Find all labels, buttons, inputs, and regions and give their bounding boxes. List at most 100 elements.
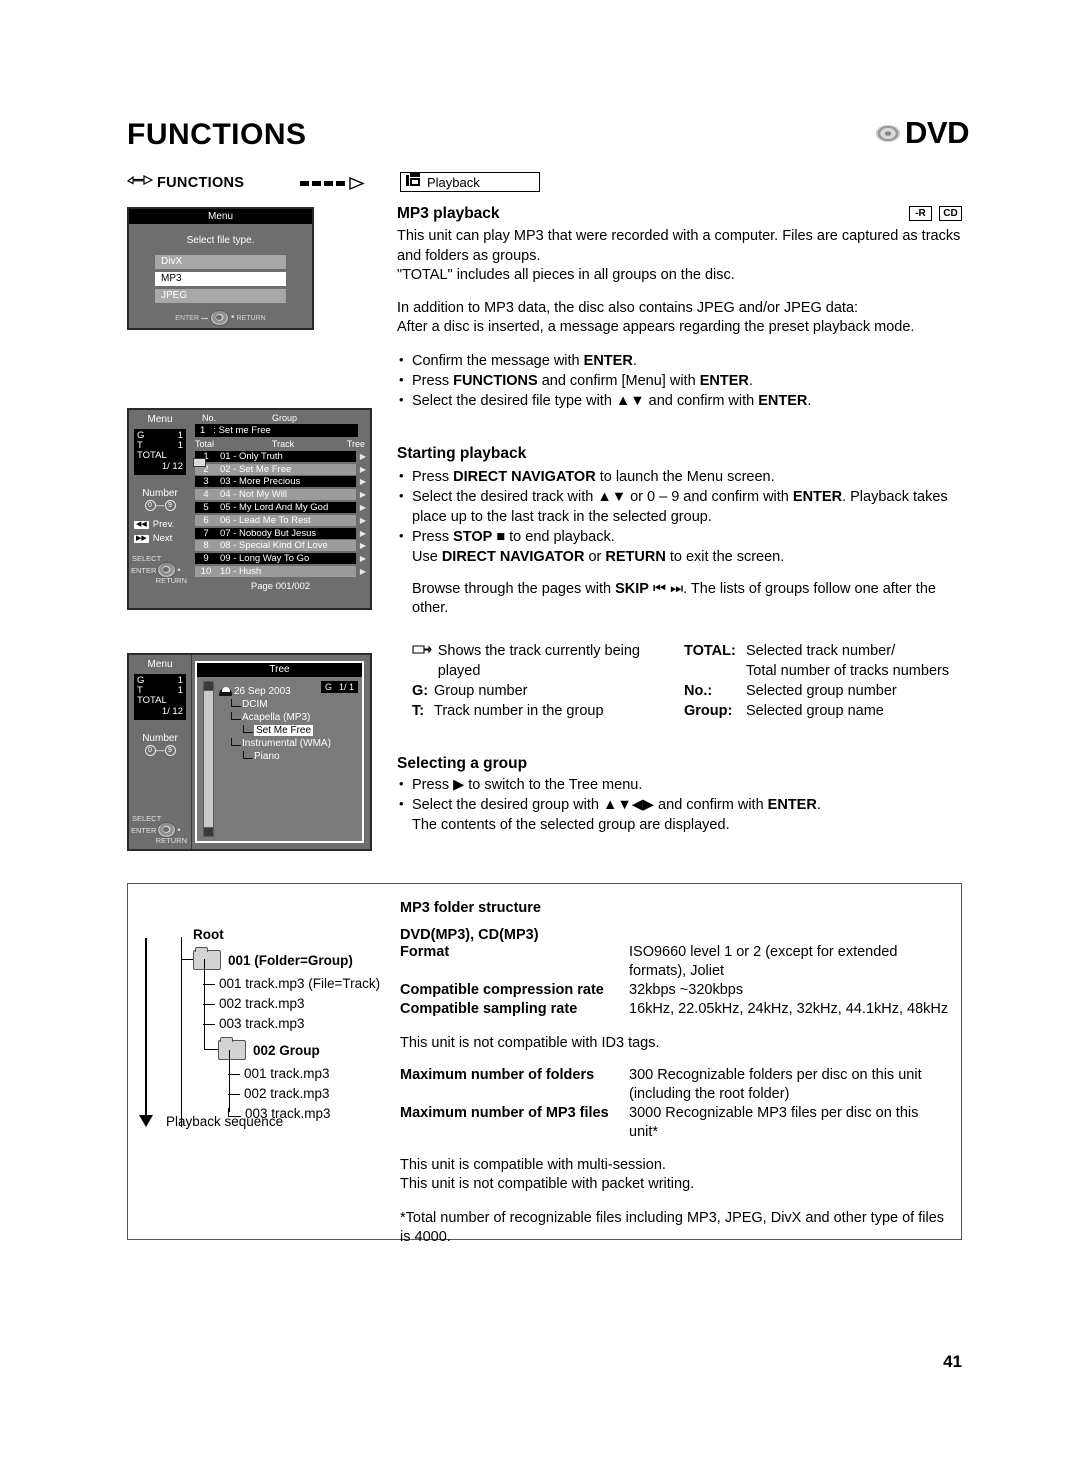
track-number: 9 (195, 553, 217, 565)
tree-arrow-icon[interactable]: ▶ (356, 516, 370, 525)
file-item: 002 track.mp3 (203, 996, 305, 1011)
tree-scrollbar[interactable] (203, 681, 214, 837)
tab-playback[interactable]: Playback (400, 172, 540, 192)
tree-arrow-icon[interactable]: ▶ (356, 477, 370, 486)
list-item: Press DIRECT NAVIGATOR to launch the Men… (397, 466, 962, 487)
tree-arrow-icon[interactable]: ▶ (356, 490, 370, 499)
osd-tracklist-main: No. Group 1 : Set me Free Total Track Tr… (191, 410, 370, 608)
root-vertical-line (181, 937, 182, 1127)
spec-val-format: ISO9660 level 1 or 2 (except for extende… (629, 944, 898, 979)
dvd-logo: DVD (876, 115, 969, 151)
tree-node[interactable]: Instrumental (WMA) (219, 737, 360, 750)
list-item: Select the desired track with ▲▼ or 0 – … (397, 486, 962, 527)
spec-note-multisession: This unit is compatible with multi-sessi… (400, 1156, 666, 1173)
table-row[interactable]: 7 07 - Nobody But Jesus ▶ (195, 527, 370, 540)
intro-paragraph-1: This unit can play MP3 that were recorde… (397, 228, 961, 264)
table-row[interactable]: 5 05 - My Lord And My God ▶ (195, 501, 370, 514)
track-number: 4 (195, 489, 217, 501)
spec-key-compression: Compatible compression rate (400, 982, 604, 998)
list-item: Press STOP ■ to end playback. Use DIRECT… (397, 526, 962, 567)
osd-option-divx[interactable]: DivX (155, 255, 286, 269)
osd-tracklist-header: No. Group (191, 410, 370, 424)
scroll-down-icon[interactable] (203, 827, 214, 837)
folder-icon (193, 947, 221, 970)
spec-footnote: *Total number of recognizable files incl… (400, 1209, 945, 1246)
tree-node-label: Piano (254, 751, 280, 762)
tree-arrow-icon[interactable]: ▶ (356, 567, 370, 576)
spec-heading: MP3 folder structure (400, 900, 541, 916)
table-row[interactable]: 3 03 - More Precious ▶ (195, 476, 370, 489)
legend-val-total: Selected track number/ (746, 642, 896, 659)
functions-label: FUNCTIONS (157, 174, 245, 191)
col-total: Total (195, 439, 215, 449)
dashed-arrow-icon (300, 176, 370, 196)
table-row[interactable]: 4 04 - Not My Will ▶ (195, 488, 370, 501)
connector (229, 1050, 230, 1112)
tree-arrow-icon[interactable]: ▶ (356, 503, 370, 512)
table-row[interactable]: 2 02 - Set Me Free ▶ (195, 463, 370, 476)
osd-number-range: 0—9 (129, 500, 191, 512)
table-row[interactable]: 9 09 - Long Way To Go ▶ (195, 552, 370, 565)
tree-node[interactable]: 26 Sep 2003 (219, 685, 360, 698)
legend-val-t: Track number in the group (434, 702, 604, 719)
file-item: 003 track.mp3 (228, 1106, 331, 1121)
numrange-dash: — (155, 500, 165, 510)
now-playing-marker-icon (193, 458, 206, 467)
osd-tracklist-info: G 1 T 1 TOTAL 1/ 12 (134, 429, 186, 475)
tree-node[interactable]: Acapella (MP3) (219, 711, 360, 724)
tree-arrow-icon[interactable]: ▶ (356, 529, 370, 538)
legend-row: Shows the track currently being played (412, 641, 684, 681)
tree-node[interactable]: Set Me Free (219, 724, 360, 737)
legend-val-playing: Shows the track currently being played (437, 642, 640, 679)
col-no: No. (201, 413, 216, 423)
list-item: Confirm the message with ENTER. (397, 350, 962, 371)
spec-table: MP3 folder structure DVD(MP3), CD(MP3) F… (400, 900, 950, 1248)
table-row[interactable]: 6 06 - Lead Me To Rest ▶ (195, 514, 370, 527)
tree-arrow-icon[interactable]: ▶ (356, 452, 370, 461)
osd-tracklist-sidebar: Menu G 1 T 1 TOTAL 1/ 12 Number 0—9 ◀◀ P… (129, 410, 192, 608)
osd-option-jpeg[interactable]: JPEG (155, 289, 286, 303)
tree-arrow-icon[interactable]: ▶ (356, 541, 370, 550)
col-tree: Tree (346, 439, 365, 449)
legend-key-total: TOTAL: (684, 642, 736, 659)
track-number: 8 (195, 540, 217, 552)
table-row[interactable]: 10 10 - Hush ▶ (195, 565, 370, 578)
osd-tree-sidebar: Menu G 1 T 1 TOTAL 1/ 12 Number 0—9 SELE… (129, 655, 192, 849)
pointing-hand-icon (126, 173, 154, 192)
down-arrow-icon (139, 1115, 153, 1127)
tree-node-label: Acapella (MP3) (242, 712, 311, 723)
track-title: 01 - Only Truth (217, 450, 356, 462)
selecting-group-bullets: Press ▶ to switch to the Tree menu. Sele… (397, 774, 962, 835)
legend-key-blank (684, 661, 746, 681)
tree-node[interactable]: Piano (219, 750, 360, 763)
scroll-up-icon[interactable] (203, 681, 214, 691)
tree-branch (231, 698, 241, 707)
root-label: Root (193, 927, 224, 942)
spec-key-max-folders: Maximum number of folders (400, 1066, 595, 1083)
file-label: 003 track.mp3 (219, 1016, 305, 1031)
osd-next-row: ▶▶ Next (134, 533, 191, 544)
track-title: 05 - My Lord And My God (217, 502, 356, 514)
track-title: 02 - Set Me Free (217, 463, 356, 475)
folder-002-label: 002 Group (253, 1042, 320, 1058)
col-track: Track (271, 439, 295, 449)
badge-r: -R (909, 206, 932, 221)
spec-note-id3: This unit is not compatible with ID3 tag… (400, 1035, 660, 1051)
legend-block: Shows the track currently being played G… (397, 641, 962, 721)
tree-arrow-icon[interactable]: ▶ (356, 465, 370, 474)
osd-option-mp3[interactable]: MP3 (155, 272, 286, 286)
table-row[interactable]: 8 08 - Special Kind Of Love ▶ (195, 540, 370, 553)
keycap-0: 0 (144, 500, 156, 512)
mp3-playback-heading: MP3 playback (397, 205, 500, 222)
group-name: : Set me Free (213, 425, 271, 436)
tree-arrow-icon[interactable]: ▶ (356, 554, 370, 563)
legend-row: Total number of tracks numbers (684, 661, 949, 681)
sequence-arrow-line (145, 938, 147, 1115)
tree-node[interactable]: DCIM (219, 698, 360, 711)
tree-branch (243, 750, 253, 759)
osd-filetype-title: Menu (129, 209, 312, 224)
track-title: 10 - Hush (217, 566, 356, 578)
info-total-key: TOTAL (137, 450, 167, 461)
osd-dot: • (177, 825, 181, 836)
table-row[interactable]: 1 01 - Only Truth ▶ (195, 450, 370, 463)
